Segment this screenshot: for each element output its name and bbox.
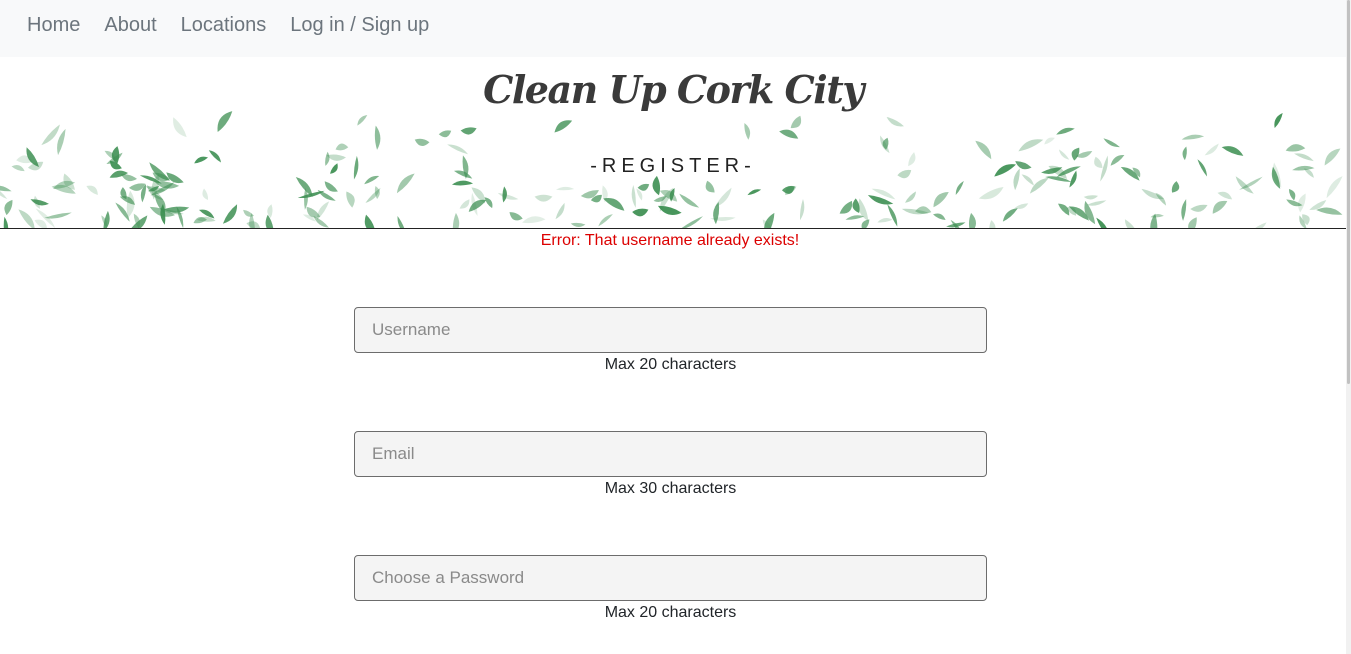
leaf-shape [877, 218, 893, 223]
leaf-shape [86, 185, 98, 195]
nav-about-link[interactable]: About [104, 15, 156, 35]
leaf-shape [128, 215, 148, 228]
leaf-shape [509, 212, 523, 221]
leaf-shape [1096, 217, 1110, 228]
leaf-shape [1083, 195, 1099, 200]
leaf-shape [598, 214, 613, 227]
leaf-shape [978, 187, 1004, 200]
email-input[interactable] [354, 431, 987, 477]
leaf-shape [705, 180, 715, 193]
password-hint: Max 20 characters [604, 604, 737, 621]
leaf-shape [460, 127, 477, 135]
leaf-shape [1288, 188, 1296, 201]
leaf-shape [18, 209, 35, 228]
leaf-shape [790, 115, 802, 129]
leaf-shape [989, 220, 996, 228]
leaf-shape [968, 212, 976, 228]
leaf-shape [265, 214, 274, 228]
email-hint: Max 30 characters [604, 480, 737, 497]
leaf-shape [447, 144, 469, 155]
leaf-shape [1018, 139, 1044, 152]
leaf-shape [173, 117, 187, 138]
leaf-shape [747, 189, 762, 196]
leaf-shape [1044, 137, 1055, 145]
leaf-shape [3, 216, 9, 228]
leaf-shape [955, 180, 964, 196]
leaf-shape [554, 120, 573, 133]
leaf-shape [1124, 219, 1138, 228]
leaf-shape [522, 216, 546, 224]
leaf-shape [1235, 176, 1254, 194]
leaf-shape [1150, 214, 1164, 218]
nav-locations-link[interactable]: Locations [181, 15, 267, 35]
top-navbar: Home About Locations Log in / Sign up [0, 0, 1346, 57]
leaf-shape [886, 116, 904, 127]
scrollbar-thumb[interactable] [1347, 0, 1350, 384]
leaf-shape [451, 180, 474, 186]
username-hint: Max 20 characters [604, 356, 737, 373]
leaf-shape [679, 216, 703, 228]
header-banner: Clean Up Cork City -REGISTER- [0, 57, 1346, 229]
leaf-shape [933, 213, 946, 221]
leaf-shape [1181, 134, 1205, 140]
leaf-shape [905, 191, 916, 203]
leaf-shape [438, 130, 452, 138]
nav-login-link[interactable]: Log in / Sign up [290, 15, 429, 35]
leaf-shape [4, 199, 13, 216]
leaf-shape [631, 185, 636, 208]
leaf-shape [1190, 204, 1208, 212]
leaf-shape [779, 129, 799, 139]
leaf-shape [222, 204, 238, 224]
leaf-shape [1285, 144, 1306, 152]
leaf-shape [374, 125, 381, 150]
leaf-shape [1171, 181, 1180, 193]
leaf-shape [346, 191, 355, 208]
leaf-shape [1103, 138, 1120, 148]
leaf-shape [1181, 199, 1187, 221]
leaf-shape [484, 197, 493, 209]
leaf-shape [556, 186, 575, 191]
password-input[interactable] [354, 555, 987, 601]
leaf-shape [555, 202, 565, 220]
leaf-shape [933, 191, 949, 208]
leaf-shape [534, 194, 553, 202]
nav-home-link[interactable]: Home [27, 15, 80, 35]
leaf-shape [632, 208, 649, 217]
leaf-shape [570, 222, 586, 227]
leaf-shape [744, 123, 751, 140]
username-input[interactable] [354, 307, 987, 353]
leaf-shape [202, 188, 209, 201]
leaf-shape [0, 185, 12, 192]
leaf-shape [357, 114, 368, 126]
leaf-shape [1274, 112, 1283, 129]
leaf-shape [1250, 222, 1267, 228]
leaf-shape [1056, 127, 1075, 135]
leaf-shape [799, 198, 805, 221]
leaf-shape [861, 219, 870, 228]
leaf-shape [1188, 217, 1197, 228]
error-message: Error: That username already exists! [540, 232, 800, 249]
leaf-shape [679, 193, 700, 208]
leaf-shape [365, 187, 381, 203]
page-heading: -REGISTER- [590, 155, 756, 177]
leaf-shape [364, 214, 376, 228]
site-title: Clean Up Cork City [483, 67, 864, 112]
leaf-shape [1086, 200, 1107, 206]
leaf-shape [1217, 191, 1233, 200]
leaf-shape [1212, 200, 1228, 214]
leaf-shape [652, 175, 661, 196]
leaf-shape [452, 212, 460, 228]
leaf-shape [887, 204, 898, 227]
leaf-shape [497, 192, 519, 200]
leaf-shape [414, 138, 430, 146]
leaf-shape [335, 143, 349, 151]
leaf-shape [397, 216, 407, 228]
